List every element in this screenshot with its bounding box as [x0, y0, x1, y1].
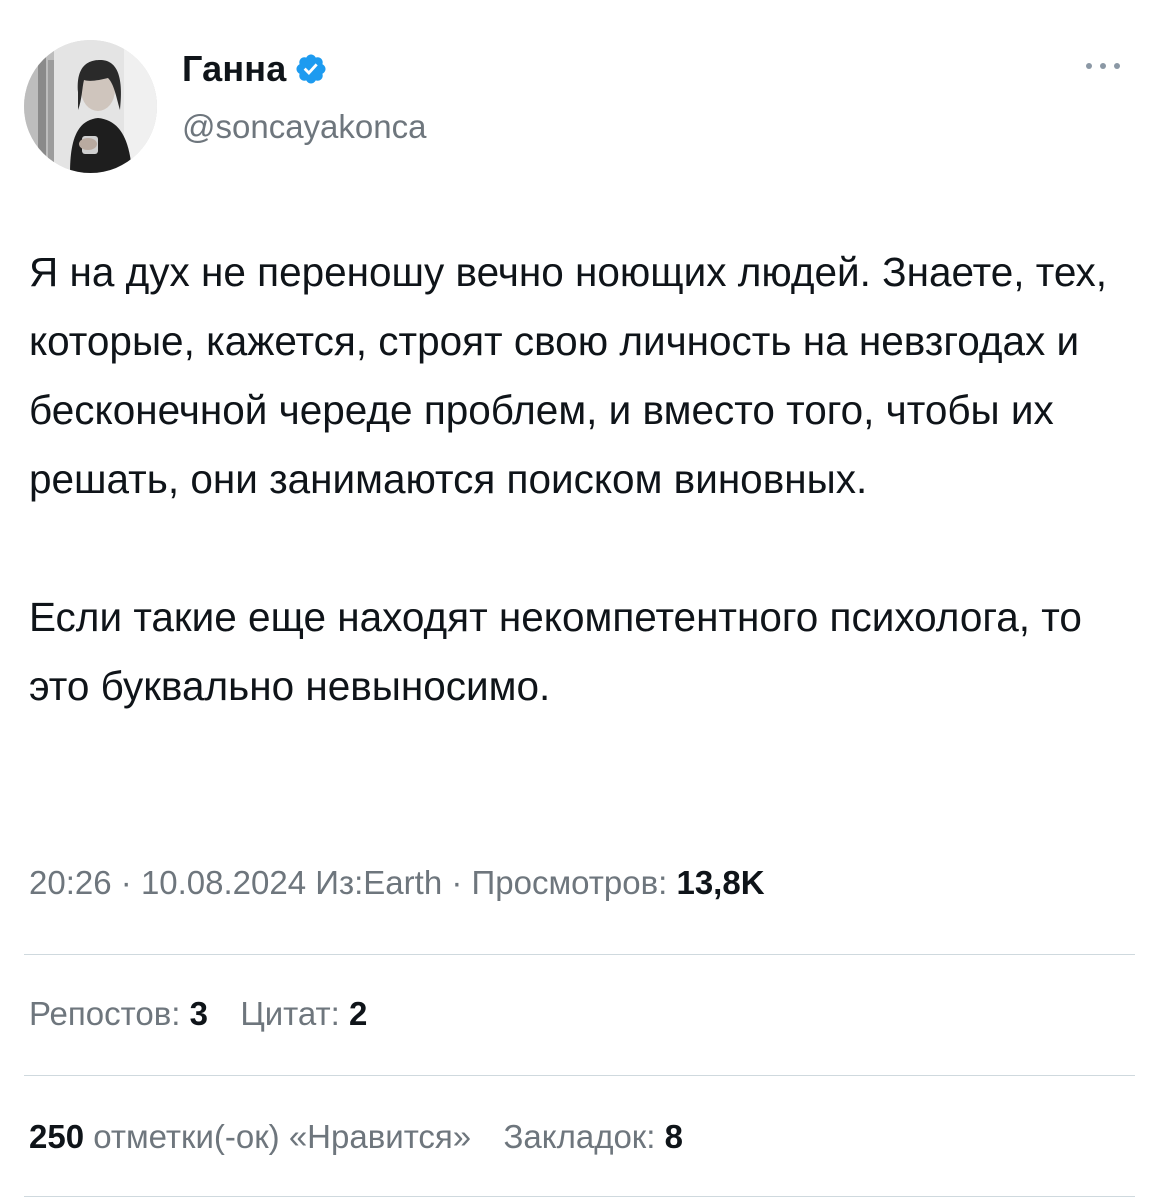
- views-count: 13,8K: [676, 864, 765, 901]
- tweet-time[interactable]: 20:26: [29, 864, 112, 901]
- reposts-label: Репостов:: [29, 995, 181, 1032]
- likes-label: отметки(-ок) «Нравится»: [93, 1118, 472, 1155]
- quotes-label: Цитат:: [240, 995, 340, 1032]
- bookmarks-label: Закладок:: [503, 1118, 656, 1155]
- divider: [24, 1196, 1135, 1197]
- avatar-image: [24, 40, 157, 173]
- likes-count: 250: [29, 1118, 85, 1155]
- reposts-count: 3: [189, 995, 208, 1032]
- divider: [24, 1075, 1135, 1076]
- meta-separator: ·: [451, 864, 472, 901]
- avatar[interactable]: [24, 40, 157, 173]
- likes-stats-row: 250 отметки(-ок) «Нравится» Закладок: 8: [29, 1118, 683, 1156]
- tweet-meta: 20:26 · 10.08.2024 Из:Earth · Просмотров…: [29, 864, 765, 902]
- bookmarks-count: 8: [664, 1118, 683, 1155]
- author-name-row: Ганна: [182, 48, 328, 90]
- bookmarks-stat[interactable]: Закладок: 8: [504, 1118, 683, 1155]
- likes-stat[interactable]: 250 отметки(-ок) «Нравится»: [29, 1118, 480, 1155]
- divider: [24, 954, 1135, 955]
- views-label: Просмотров:: [471, 864, 668, 901]
- engagement-stats-row: Репостов: 3 Цитат: 2: [29, 995, 367, 1033]
- tweet-text: Я на дух не переношу вечно ноющих людей.…: [29, 238, 1139, 721]
- verified-badge-icon: [294, 52, 328, 86]
- author-handle[interactable]: @soncayakonca: [182, 108, 426, 146]
- quotes-count: 2: [348, 995, 368, 1032]
- tweet-header: Ганна @soncayakonca: [24, 28, 1135, 173]
- reposts-stat[interactable]: Репостов: 3: [29, 995, 217, 1032]
- tweet-source: Из:Earth: [315, 864, 443, 901]
- author-display-name[interactable]: Ганна: [182, 48, 286, 90]
- meta-separator: ·: [120, 864, 141, 901]
- tweet-paragraph: Если такие еще находят некомпетентного п…: [29, 594, 1082, 709]
- quotes-stat[interactable]: Цитат: 2: [240, 995, 367, 1032]
- tweet-paragraph: Я на дух не переношу вечно ноющих людей.…: [29, 249, 1108, 502]
- more-options-icon[interactable]: [1081, 56, 1125, 76]
- tweet-date[interactable]: 10.08.2024: [141, 864, 306, 901]
